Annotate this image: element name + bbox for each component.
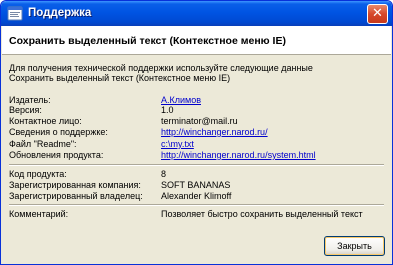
product-title: Сохранить выделенный текст (Контекстное …: [9, 35, 286, 47]
registration-label: Зарегистрированный владелец:: [9, 191, 143, 201]
close-dialog-button[interactable]: Закрыть: [324, 236, 385, 256]
title-bar[interactable]: Поддержка ✕: [1, 1, 392, 26]
registration-label: Код продукта:: [9, 169, 67, 179]
comment-label: Комментарий:: [9, 209, 69, 219]
version-value: 1.0: [161, 105, 174, 115]
readme-link[interactable]: c:\my.txt: [161, 139, 194, 149]
contact-value: terminator@mail.ru: [161, 116, 238, 126]
support-dialog: Поддержка ✕ Сохранить выделенный текст (…: [0, 0, 393, 265]
registration-label: Зарегистрированная компания:: [9, 180, 141, 190]
product-code-value: 8: [161, 169, 167, 179]
divider: [9, 164, 384, 166]
detail-label: Файл "Readme":: [9, 139, 77, 149]
company-value: SOFT BANANAS: [161, 180, 231, 190]
help-icon: [7, 6, 23, 21]
detail-label: Контактное лицо:: [9, 116, 82, 126]
intro-text: Для получения технической поддержки испо…: [9, 63, 389, 83]
close-icon: ✕: [372, 6, 383, 21]
detail-label: Обновления продукта:: [9, 150, 104, 160]
support-link[interactable]: http://winchanger.narod.ru/: [161, 127, 268, 137]
intro-line: Для получения технической поддержки испо…: [9, 63, 313, 73]
publisher-link[interactable]: A.Климов: [161, 95, 201, 105]
window-title: Поддержка: [28, 7, 92, 19]
owner-value: Alexander Klimoff: [161, 191, 232, 201]
detail-label: Издатель:: [9, 95, 51, 105]
detail-label: Версия:: [9, 105, 42, 115]
detail-label: Сведения о поддержке:: [9, 127, 108, 137]
comment-value: Позволяет быстро сохранить выделенный те…: [161, 209, 363, 219]
divider: [9, 204, 384, 206]
updates-link[interactable]: http://winchanger.narod.ru/system.html: [161, 150, 316, 160]
intro-product-line: Сохранить выделенный текст (Контекстное …: [9, 73, 231, 83]
dialog-header: Сохранить выделенный текст (Контекстное …: [2, 26, 391, 55]
close-button[interactable]: ✕: [367, 4, 388, 24]
